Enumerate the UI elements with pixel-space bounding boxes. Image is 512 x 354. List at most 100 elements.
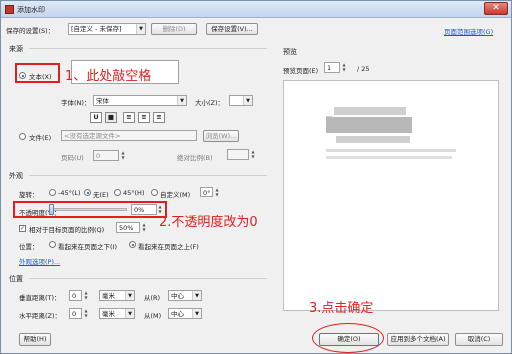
chevron-down-icon: ▼ xyxy=(177,96,186,105)
vertical-from-select[interactable]: 中心 ▼ xyxy=(168,290,202,301)
rotate-neg45-radio[interactable] xyxy=(49,189,56,196)
vertical-unit-select[interactable]: 毫米 ▼ xyxy=(99,290,135,301)
color-button[interactable]: ■ xyxy=(105,112,117,123)
size-select[interactable]: ▼ xyxy=(229,95,253,106)
chevron-down-icon: ▼ xyxy=(192,309,201,318)
close-button[interactable]: ✕ xyxy=(484,2,508,15)
preview-blurred-text xyxy=(326,149,456,152)
preview-blurred-text xyxy=(326,117,412,133)
page-number-stepper[interactable]: ▲ ▼ xyxy=(120,150,126,161)
annotation-step3: 3.点击确定 xyxy=(309,301,374,316)
relative-scale-stepper[interactable]: ▲ ▼ xyxy=(141,222,147,233)
position-divider xyxy=(29,278,267,279)
horizontal-unit-value: 毫米 xyxy=(102,310,115,318)
layer-position-label: 位置： xyxy=(19,243,39,251)
file-source-radio[interactable] xyxy=(19,133,26,140)
appearance-group-label: 外观 xyxy=(9,172,23,180)
page-number-label: 页码(U) xyxy=(61,154,84,162)
align-left-button[interactable]: ≡ xyxy=(123,112,135,123)
annotation-step1: 1、此处敲空格 xyxy=(65,69,152,84)
position-group-label: 位置 xyxy=(9,275,23,283)
horizontal-from-label: 从(M) xyxy=(144,312,162,320)
rotate-45-label: 45°(H) xyxy=(123,189,145,197)
rotate-none-radio[interactable] xyxy=(84,189,91,196)
file-source-label: 文件(E) xyxy=(29,134,52,142)
chevron-down-icon: ▼ xyxy=(243,96,252,105)
vertical-distance-input[interactable]: 0 xyxy=(69,290,82,301)
source-divider xyxy=(29,48,267,49)
chevron-down-icon: ▼ xyxy=(125,291,134,300)
add-watermark-dialog: 添加水印 ✕ 保存的设置(S)： [自定义 - 未保存] ▼ 删除(D) 保存设… xyxy=(0,0,512,354)
cancel-button[interactable]: 取消(C) xyxy=(455,333,503,346)
horizontal-distance-value: 0 xyxy=(72,310,77,318)
align-center-button[interactable]: ≡ xyxy=(138,112,150,123)
font-select[interactable]: 宋体 ▼ xyxy=(93,95,187,106)
preview-group-label: 预览 xyxy=(283,48,297,56)
horizontal-distance-stepper[interactable]: ▲ ▼ xyxy=(83,308,89,319)
source-group-label: 来源 xyxy=(9,45,23,53)
rotate-45-radio[interactable] xyxy=(114,189,121,196)
source-file-path: <没有选定源文件> xyxy=(61,130,197,141)
front-page-label: 看起来在页面之上(F) xyxy=(138,243,199,251)
app-icon xyxy=(5,5,14,14)
chevron-down-icon: ▼ xyxy=(125,309,134,318)
title-bar: 添加水印 ✕ xyxy=(1,1,511,18)
align-right-button[interactable]: ≡ xyxy=(153,112,165,123)
help-button[interactable]: 帮助(H) xyxy=(19,333,51,346)
annotation-ok-circle xyxy=(312,323,384,353)
saved-settings-select[interactable]: [自定义 - 未保存] ▼ xyxy=(68,23,146,35)
page-number-value: 0 xyxy=(96,152,101,160)
font-value: 宋体 xyxy=(96,97,109,105)
browse-button[interactable]: 浏览(W)... xyxy=(203,130,239,142)
appearance-options-link[interactable]: 外观选项(P)... xyxy=(19,256,60,266)
horizontal-from-value: 中心 xyxy=(171,310,184,318)
preview-page-stepper[interactable]: ▲ ▼ xyxy=(341,62,347,73)
vertical-distance-label: 垂直距离(T)： xyxy=(19,294,61,302)
annotation-step2: 2.不透明度改为0 xyxy=(159,215,258,230)
window-title: 添加水印 xyxy=(17,6,45,14)
absolute-scale-label: 绝对比例(B) xyxy=(177,154,213,162)
font-label: 字体(N)： xyxy=(61,99,91,107)
horizontal-from-select[interactable]: 中心 ▼ xyxy=(168,308,202,319)
relative-scale-checkbox[interactable]: ✓ xyxy=(19,225,26,232)
preview-page xyxy=(283,80,499,311)
preview-page-total: / 25 xyxy=(357,65,370,73)
rotation-angle-value: 0° xyxy=(203,189,211,197)
behind-page-radio[interactable] xyxy=(49,241,56,248)
size-label: 大小(Z)： xyxy=(195,99,225,107)
rotation-angle-input[interactable]: 0° xyxy=(200,187,213,197)
chevron-down-icon: ▼ xyxy=(136,24,145,34)
vertical-distance-value: 0 xyxy=(72,292,77,300)
horizontal-unit-select[interactable]: 毫米 ▼ xyxy=(99,308,135,319)
absolute-scale-stepper[interactable]: ▲ ▼ xyxy=(250,149,256,160)
rotation-label: 旋转： xyxy=(19,191,39,199)
front-page-radio[interactable] xyxy=(129,241,136,248)
underline-button[interactable]: U xyxy=(90,112,102,123)
vertical-from-value: 中心 xyxy=(171,292,184,300)
saved-settings-value: [自定义 - 未保存] xyxy=(71,25,122,33)
page-range-options-link[interactable]: 页面范围选项(G) xyxy=(444,26,493,36)
saved-settings-label: 保存的设置(S)： xyxy=(6,27,55,35)
preview-blurred-text xyxy=(336,136,410,143)
source-file-value: <没有选定源文件> xyxy=(64,132,121,140)
absolute-scale-input[interactable] xyxy=(227,149,249,160)
vertical-unit-value: 毫米 xyxy=(102,292,115,300)
save-settings-button[interactable]: 保存设置(V)... xyxy=(206,23,258,35)
horizontal-distance-input[interactable]: 0 xyxy=(69,308,82,319)
rotation-angle-stepper[interactable]: ▲ ▼ xyxy=(214,187,220,198)
appearance-divider xyxy=(29,175,267,176)
apply-to-multiple-button[interactable]: 应用到多个文档(A) xyxy=(387,333,449,346)
preview-page-input[interactable]: 1 xyxy=(324,62,340,73)
rotate-custom-label: 自定义(M) xyxy=(160,191,191,199)
preview-blurred-text xyxy=(334,107,406,115)
relative-scale-value: 50% xyxy=(119,224,134,232)
vertical-distance-stepper[interactable]: ▲ ▼ xyxy=(83,290,89,301)
page-number-input[interactable]: 0 xyxy=(93,150,119,161)
annotation-opacity-box xyxy=(13,201,167,218)
delete-settings-button[interactable]: 删除(D) xyxy=(151,23,197,35)
relative-scale-input[interactable]: 50% xyxy=(116,222,140,233)
rotate-custom-radio[interactable] xyxy=(151,189,158,196)
preview-page-value: 1 xyxy=(327,64,332,72)
annotation-text-option-box xyxy=(15,63,60,83)
relative-scale-label: 相对于目标页面的比例(Q) xyxy=(29,226,105,234)
